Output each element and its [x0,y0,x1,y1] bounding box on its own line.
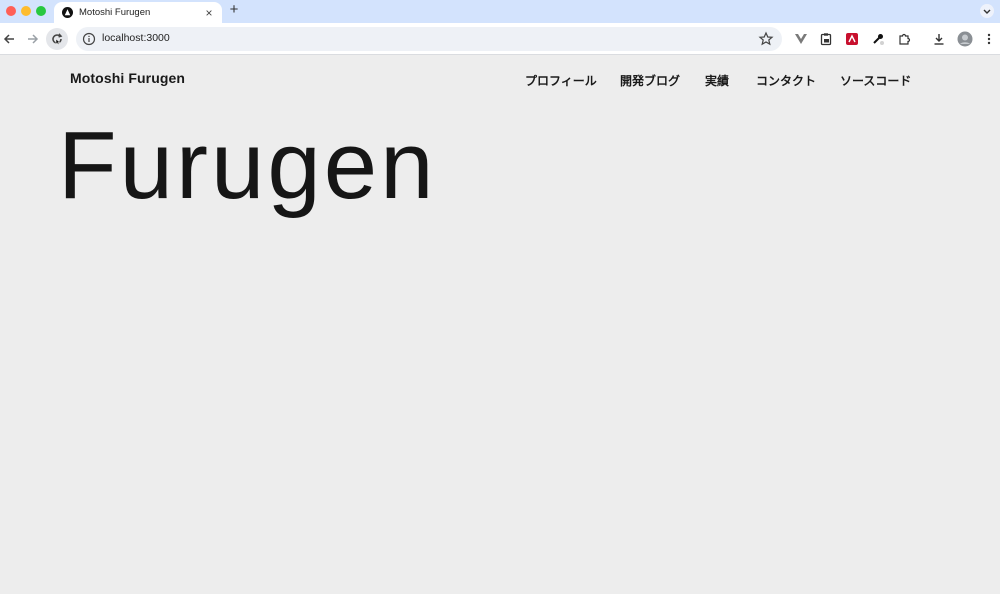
back-button[interactable] [0,30,18,48]
browser-tab-active[interactable]: Motoshi Furugen × [54,2,222,23]
address-bar[interactable]: localhost:3000 [76,27,782,51]
vertical-dots-menu-icon [987,33,991,45]
maximize-window-button[interactable] [36,6,46,16]
download-icon [934,34,944,45]
browser-tab-strip: Motoshi Furugen × + [0,0,1000,23]
close-window-button[interactable] [6,6,16,16]
extension-eyedropper[interactable] [869,30,887,48]
site-logo-link[interactable]: Motoshi Furugen [70,70,185,86]
reload-icon-wrap [48,30,66,48]
nav-link-contact[interactable]: コンタクト [756,72,816,89]
site-info-icon[interactable] [82,32,96,46]
profile-avatar-button[interactable] [956,30,974,48]
hero-heading: Furugen [58,112,437,219]
extensions-button[interactable] [895,30,913,48]
red-extension-icon [846,33,858,45]
new-tab-button[interactable]: + [227,1,241,18]
nav-link-source-code[interactable]: ソースコード [840,72,911,89]
reload-icon [52,33,63,45]
browser-menu-button[interactable] [980,30,998,48]
eyedropper-icon [873,34,884,45]
back-arrow-icon [3,34,14,44]
extension-clipboard[interactable] [817,30,835,48]
extension-red-tool[interactable] [843,30,861,48]
web-page: Motoshi Furugen プロフィール 開発ブログ 実績 コンタクト ソー… [0,56,1000,594]
nav-link-works[interactable]: 実績 [705,72,729,89]
nav-link-dev-blog[interactable]: 開発ブログ [620,72,680,89]
tab-title: Motoshi Furugen [79,7,151,18]
bookmark-star-icon[interactable] [758,31,774,47]
tab-search-chevron-icon[interactable] [980,4,994,18]
forward-arrow-icon [28,34,39,44]
address-url: localhost:3000 [102,32,170,44]
puzzle-piece-icon [899,33,911,45]
vue-logo-icon [795,34,807,44]
minimize-window-button[interactable] [21,6,31,16]
downloads-button[interactable] [930,30,948,48]
forward-button[interactable] [24,30,42,48]
clipboard-icon [820,33,832,46]
browser-toolbar: localhost:3000 [0,23,1000,55]
nav-link-profile[interactable]: プロフィール [525,72,597,89]
extension-vue-devtools[interactable] [792,30,810,48]
site-favicon-icon [62,7,73,18]
tab-close-button[interactable]: × [202,6,216,20]
profile-avatar-icon [957,31,973,47]
